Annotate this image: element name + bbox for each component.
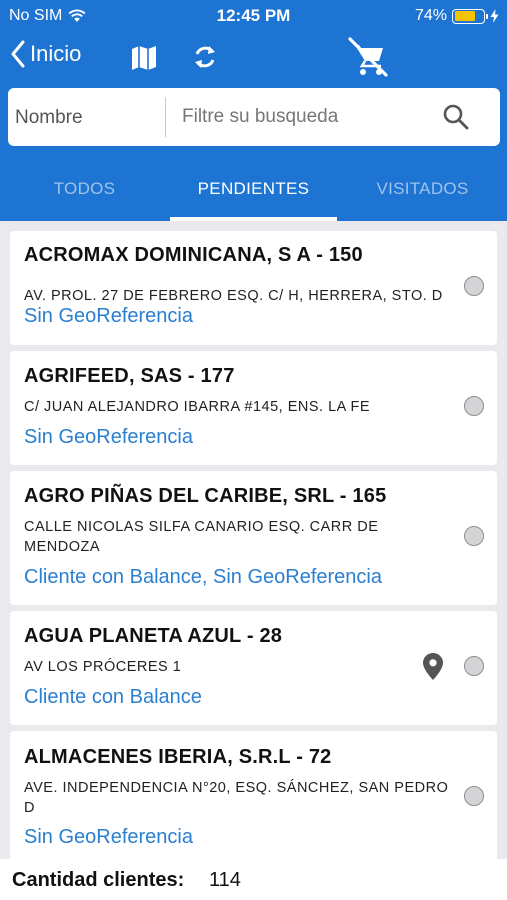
visit-radio[interactable] — [464, 656, 484, 676]
client-card[interactable]: AGUA PLANETA AZUL - 28 AV LOS PRÓCERES 1… — [10, 611, 497, 725]
search-field-name[interactable]: Nombre — [15, 107, 83, 129]
client-card[interactable]: ALMACENES IBERIA, S.R.L - 72 AVE. INDEPE… — [10, 731, 497, 859]
search-bar: Nombre — [8, 88, 500, 146]
visit-radio[interactable] — [464, 786, 484, 806]
client-address: AV LOS PRÓCERES 1 — [24, 659, 182, 675]
client-address: C/ JUAN ALEJANDRO IBARRA #145, ENS. LA F… — [24, 399, 371, 415]
client-status: Sin GeoReferencia — [24, 826, 193, 848]
client-title: ALMACENES IBERIA, S.R.L - 72 — [24, 746, 332, 768]
client-title: AGRIFEED, SAS - 177 — [24, 365, 235, 387]
back-button[interactable]: Inicio — [10, 40, 81, 68]
visit-radio[interactable] — [464, 276, 484, 296]
chevron-left-icon — [11, 40, 25, 68]
client-count-footer: Cantidad clientes: 114 — [0, 859, 507, 900]
client-title: AGRO PIÑAS DEL CARIBE, SRL - 165 — [24, 485, 387, 507]
client-status: Cliente con Balance, Sin GeoReferencia — [24, 566, 382, 588]
sync-icon[interactable] — [190, 42, 220, 72]
app-header: No SIM 12:45 PM 74% Inicio Nombre Filtre… — [0, 0, 507, 221]
client-status: Sin GeoReferencia — [24, 426, 193, 448]
client-list: ACROMAX DOMINICANA, S A - 150 AV. PROL. … — [0, 221, 507, 859]
segment-tabs: TODOS PENDIENTES VISITADOS — [0, 160, 507, 221]
client-count-value: 114 — [209, 869, 241, 891]
status-bar: No SIM 12:45 PM 74% — [0, 0, 507, 32]
navigation-bar: Inicio — [0, 32, 507, 84]
client-status: Sin GeoReferencia — [24, 305, 193, 327]
search-button[interactable] — [442, 103, 472, 133]
client-card[interactable]: ACROMAX DOMINICANA, S A - 150 AV. PROL. … — [10, 231, 497, 345]
client-title: AGUA PLANETA AZUL - 28 — [24, 625, 283, 647]
client-card[interactable]: AGRO PIÑAS DEL CARIBE, SRL - 165 CALLE N… — [10, 471, 497, 605]
tab-todos[interactable]: TODOS — [0, 160, 169, 221]
client-count-label: Cantidad clientes: — [12, 869, 185, 891]
client-status: Cliente con Balance — [24, 686, 202, 708]
battery-icon — [452, 8, 488, 24]
charging-bolt-icon — [490, 9, 499, 23]
location-pin-icon — [423, 653, 443, 680]
search-divider — [165, 97, 166, 137]
tab-visitados[interactable]: VISITADOS — [338, 160, 507, 221]
visit-radio[interactable] — [464, 526, 484, 546]
back-label: Inicio — [30, 41, 82, 66]
search-input[interactable] — [172, 100, 432, 134]
client-address: CALLE NICOLAS SILFA CANARIO ESQ. CARR DE… — [24, 519, 379, 555]
cart-off-icon[interactable] — [345, 34, 391, 80]
client-title: ACROMAX DOMINICANA, S A - 150 — [24, 244, 363, 266]
client-address: AVE. INDEPENDENCIA N°20, ESQ. SÁNCHEZ, S… — [24, 780, 449, 816]
visit-radio[interactable] — [464, 396, 484, 416]
client-address: AV. PROL. 27 DE FEBRERO ESQ. C/ H, HERRE… — [24, 288, 443, 304]
map-icon[interactable] — [130, 44, 158, 72]
battery-fill — [454, 11, 476, 21]
battery-percent: 74% — [414, 7, 447, 24]
tab-pendientes[interactable]: PENDIENTES — [169, 160, 338, 221]
client-card[interactable]: AGRIFEED, SAS - 177 C/ JUAN ALEJANDRO IB… — [10, 351, 497, 465]
search-icon — [443, 104, 469, 130]
